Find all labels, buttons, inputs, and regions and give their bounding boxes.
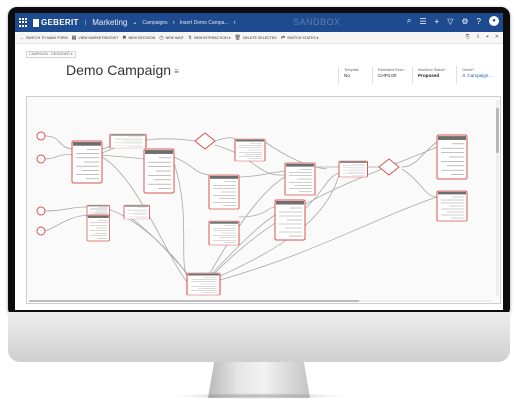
- workflow-tile[interactable]: [208, 174, 240, 210]
- owner-name: Campaign...: [467, 73, 493, 78]
- header-field-owner[interactable]: Owner* ♙ Campaign...: [462, 68, 492, 79]
- breadcrumb-campaigns[interactable]: Campaigns: [142, 20, 167, 26]
- workflow-tile[interactable]: [186, 272, 221, 296]
- field-value: ♙ Campaign...: [462, 73, 492, 79]
- header-field-template: Template No: [344, 68, 359, 78]
- header-divider: [412, 66, 413, 84]
- chevron-right-icon: ›: [233, 19, 236, 26]
- record-header: CAMPAIGN · DESIGNER ▾ Demo Campaign ≡ Tem…: [15, 44, 503, 90]
- switch-states-button[interactable]: ⇄ SWITCH STATES ▾: [281, 35, 319, 41]
- nav-separator: |: [84, 19, 87, 26]
- page-title: Demo Campaign ≡: [66, 62, 179, 78]
- workflow-tile[interactable]: [71, 140, 103, 184]
- field-label: Estimated Reve...: [378, 68, 407, 72]
- nav-icons: ⌕ ☰ + ▽ ⚙ ? ●: [407, 16, 499, 26]
- workflow-tile[interactable]: [86, 214, 110, 242]
- workflow-tile[interactable]: [208, 220, 240, 246]
- chevron-down-icon[interactable]: ⌄: [132, 19, 137, 26]
- workflow-tile[interactable]: [143, 148, 175, 194]
- switch-icon: →: [19, 34, 24, 41]
- workflow-tile[interactable]: [284, 162, 316, 196]
- chevron-right-icon: ›: [172, 19, 175, 26]
- interaction-icon: ↯: [187, 34, 193, 41]
- new-interaction-button[interactable]: ↯ NEW INTERACTION ▾: [188, 35, 231, 41]
- workflow-tile[interactable]: [234, 138, 266, 162]
- header-field-workflow-status[interactable]: Workflow Status* Proposed: [418, 68, 445, 78]
- decision-icon: ✖: [122, 34, 127, 41]
- header-divider: [456, 66, 457, 84]
- command-label: SWITCH TO MAIN FORM: [26, 35, 68, 40]
- start-nodes[interactable]: [36, 131, 46, 236]
- horizontal-scrollbar[interactable]: [29, 300, 491, 302]
- delete-selected-button[interactable]: 🗑 DELETE SELECTED: [235, 35, 277, 41]
- field-label: Workflow Status: [418, 68, 444, 72]
- vertical-scrollbar[interactable]: [496, 100, 499, 296]
- new-decision-button[interactable]: ✖ NEW DECISION: [122, 35, 155, 41]
- workflow-diagram: [36, 131, 468, 296]
- command-label: NEW DECISION: [128, 35, 156, 40]
- brand-name: GEBERIT: [41, 18, 79, 27]
- command-label: DELETE SELECTED: [242, 35, 277, 40]
- clock-icon: ◷: [159, 34, 164, 41]
- list-icon: ▦: [71, 34, 77, 41]
- command-label: NEW WAIT: [165, 35, 184, 40]
- campaign-designer-canvas[interactable]: [26, 96, 501, 304]
- command-label: SWITCH STATES ▾: [287, 35, 319, 40]
- field-value: No: [344, 73, 350, 78]
- pin-icon[interactable]: ⌖: [486, 34, 489, 40]
- add-icon[interactable]: +: [435, 17, 440, 26]
- screen: GEBERIT | Marketing ⌄ Campaigns › Insert…: [15, 13, 503, 310]
- workflow-tile[interactable]: [274, 199, 306, 241]
- monitor-frame: GEBERIT | Marketing ⌄ Campaigns › Insert…: [8, 7, 510, 317]
- list-icon[interactable]: ≡: [174, 67, 179, 76]
- required-marker: *: [443, 68, 446, 72]
- command-bar: → SWITCH TO MAIN FORM ▦ VIEW MARKETINGGIST…: [15, 32, 503, 44]
- command-label: NEW INTERACTION ▾: [194, 35, 231, 40]
- required-marker: *: [472, 68, 474, 72]
- close-icon[interactable]: ✕: [495, 34, 499, 40]
- header-divider: [338, 66, 339, 84]
- workflow-tile[interactable]: [338, 160, 368, 178]
- field-value: CHF0.00: [378, 73, 397, 78]
- switch-states-icon: ⇄: [280, 34, 286, 41]
- user-avatar[interactable]: ●: [489, 16, 499, 26]
- command-label: VIEW MARKETINGGIST: [78, 35, 119, 40]
- breadcrumb-current[interactable]: Insert Demo Campa...: [180, 20, 229, 26]
- environment-label: SANDBOX: [293, 17, 341, 27]
- workflow-tile[interactable]: [109, 133, 147, 149]
- task-icon[interactable]: ☰: [419, 17, 426, 26]
- share-icon[interactable]: ⎘: [466, 34, 470, 40]
- delete-icon: 🗑: [234, 34, 241, 41]
- field-label: Owner: [462, 68, 473, 72]
- view-marketing-list-button[interactable]: ▦ VIEW MARKETINGGIST: [72, 35, 119, 41]
- app-name[interactable]: Marketing: [92, 18, 127, 27]
- search-icon[interactable]: ⌕: [407, 16, 411, 26]
- record-title: Demo Campaign: [66, 62, 172, 78]
- help-icon[interactable]: ?: [477, 17, 481, 26]
- new-wait-button[interactable]: ◷ NEW WAIT: [159, 35, 184, 41]
- scrollbar-thumb[interactable]: [496, 108, 499, 153]
- header-field-revenue: Estimated Reve... CHF0.00: [378, 68, 406, 78]
- header-divider: [372, 66, 373, 84]
- workflow-tile[interactable]: [436, 190, 468, 222]
- workflow-tile[interactable]: [436, 134, 468, 180]
- app-launcher-icon[interactable]: [19, 18, 28, 27]
- filter-icon[interactable]: ▽: [447, 17, 453, 26]
- command-bar-right-icons: ⎘ ⇩ ⌖ ✕: [466, 34, 499, 40]
- field-label: Template: [344, 68, 359, 72]
- stand-shadow: [170, 393, 348, 399]
- top-nav-bar: GEBERIT | Marketing ⌄ Campaigns › Insert…: [15, 13, 503, 32]
- scrollbar-thumb[interactable]: [29, 300, 359, 302]
- workflow-tile[interactable]: [123, 204, 150, 220]
- field-value: Proposed: [418, 73, 440, 78]
- brand-logo: [33, 18, 39, 27]
- download-icon[interactable]: ⇩: [476, 34, 480, 40]
- switch-main-form-button[interactable]: → SWITCH TO MAIN FORM: [19, 35, 68, 41]
- settings-icon[interactable]: ⚙: [461, 17, 468, 26]
- form-selector[interactable]: CAMPAIGN · DESIGNER ▾: [26, 51, 76, 58]
- monitor-chin: [8, 312, 510, 362]
